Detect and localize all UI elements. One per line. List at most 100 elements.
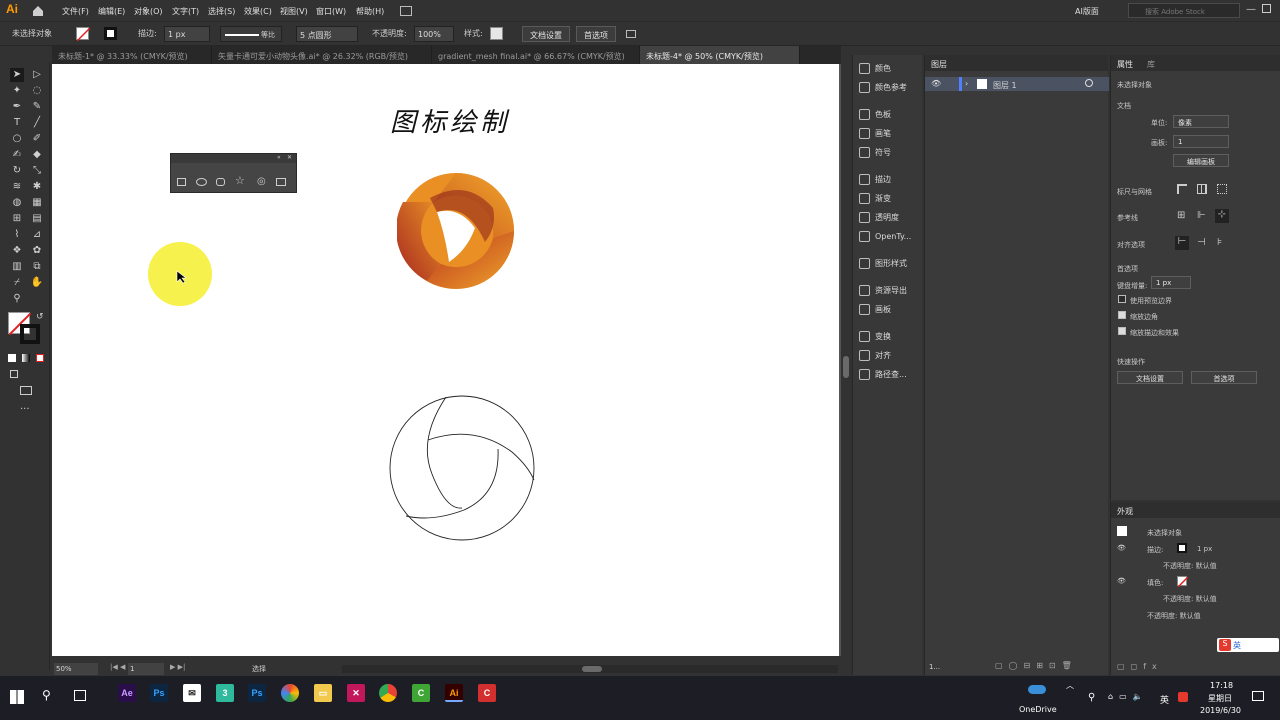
fill-opacity-row[interactable]: 不透明度: 默认值	[1163, 594, 1217, 604]
clock-date[interactable]: 2019/6/30	[1200, 706, 1241, 715]
menu-object[interactable]: 对象(O)	[134, 6, 163, 17]
home-icon[interactable]	[32, 5, 44, 17]
dock-align[interactable]: 对齐	[859, 350, 891, 366]
gradient-mode-icon[interactable]	[22, 354, 30, 362]
dock-gradient[interactable]: 渐变	[859, 193, 891, 209]
opacity-field[interactable]: 100%	[414, 26, 454, 42]
clock-time[interactable]: 17:18	[1210, 681, 1233, 690]
scale-strokes-checkbox[interactable]	[1118, 327, 1126, 335]
dock-graphic-styles[interactable]: 图形样式	[859, 258, 907, 274]
warp-tool-icon[interactable]: ≋	[10, 180, 24, 194]
preview-bounds-checkbox[interactable]	[1118, 295, 1126, 303]
after-effects-icon[interactable]: Ae	[118, 684, 136, 702]
rounded-rect-shape-icon[interactable]	[276, 178, 286, 186]
paintbrush-icon[interactable]: ✐	[30, 132, 44, 146]
tab-libraries[interactable]: 库	[1147, 59, 1155, 70]
more-tools-icon[interactable]: ···	[20, 404, 30, 415]
tray-icons[interactable]: ⌂▭🔈	[1108, 692, 1149, 701]
search-icon[interactable]: ⚲	[42, 688, 51, 702]
stroke-weight-field[interactable]: 1 px	[164, 26, 210, 42]
align-to-selection-icon[interactable]: ⊢	[1175, 236, 1189, 250]
appearance-fill-swatch[interactable]	[1177, 576, 1189, 588]
quick-preferences-button[interactable]: 首选项	[1191, 371, 1257, 384]
smart-guides-icon[interactable]: ⊹	[1215, 209, 1229, 223]
none-mode-icon[interactable]	[36, 354, 44, 362]
photoshop-icon[interactable]: Ps	[150, 684, 168, 702]
grid-icon[interactable]	[1197, 184, 1207, 194]
rectangle-shape-icon[interactable]	[177, 178, 186, 186]
column-graph-icon[interactable]: ▥	[10, 260, 24, 274]
dock-pathfinder[interactable]: 路径查...	[859, 369, 907, 385]
zoom-tool-icon[interactable]: ⚲	[10, 292, 24, 306]
outline-ring-sketch[interactable]	[388, 394, 536, 542]
appearance-stroke-value[interactable]: 1 px	[1197, 545, 1212, 553]
appearance-stroke-label[interactable]: 描边:	[1147, 545, 1163, 555]
shape-builder-icon[interactable]: ◍	[10, 196, 24, 210]
menu-effect[interactable]: 效果(C)	[244, 6, 272, 17]
menu-select[interactable]: 选择(S)	[208, 6, 235, 17]
app-3-icon[interactable]: 3	[216, 684, 234, 702]
brush-select[interactable]: 5 点圆形	[296, 26, 358, 42]
tab-properties[interactable]: 属性	[1117, 59, 1133, 70]
stroke-color-swatch[interactable]	[20, 324, 40, 344]
dock-swatches[interactable]: 色板	[859, 109, 891, 125]
star-shape-icon[interactable]: ☆	[235, 174, 245, 187]
eraser-icon[interactable]: ◆	[30, 148, 44, 162]
dock-symbols[interactable]: 符号	[859, 147, 891, 163]
input-language[interactable]: 英	[1160, 693, 1169, 706]
layer-name[interactable]: 图层 1	[993, 80, 1017, 91]
draw-mode-icon[interactable]	[10, 370, 18, 378]
stroke-profile-select[interactable]: 等比	[220, 26, 282, 42]
artboard-number-field[interactable]: 1	[128, 663, 164, 675]
artboard-tool-icon[interactable]: ⧉	[30, 260, 44, 274]
expand-chevron-icon[interactable]: ›	[965, 79, 968, 88]
puppet-warp-icon[interactable]: ✱	[30, 180, 44, 194]
style-swatch[interactable]	[490, 27, 503, 40]
onedrive-icon[interactable]	[1028, 685, 1046, 694]
minimize-icon[interactable]: —	[1246, 4, 1256, 15]
keyboard-increment-field[interactable]: 1 px	[1151, 276, 1191, 289]
lasso-icon[interactable]: ◌	[30, 84, 44, 98]
vertical-scrollbar[interactable]	[842, 64, 850, 660]
fill-swatch[interactable]	[76, 27, 91, 42]
menu-view[interactable]: 视图(V)	[280, 6, 308, 17]
color-mode-icon[interactable]	[8, 354, 16, 362]
notifications-icon[interactable]	[1252, 691, 1264, 701]
close-icon[interactable]: ✕	[287, 154, 292, 161]
polygon-shape-icon[interactable]	[216, 178, 225, 186]
mesh-tool-icon[interactable]: ⊞	[10, 212, 24, 226]
guides-icon[interactable]: ⊞	[1177, 210, 1185, 221]
ellipse-tool-icon[interactable]: ○	[10, 132, 24, 146]
xmind-icon[interactable]: ✕	[347, 684, 365, 702]
ime-toolbar[interactable]: S 英	[1217, 638, 1279, 652]
appearance-footer-icons[interactable]: ▢◻fx	[1117, 662, 1163, 671]
dock-asset-export[interactable]: 资源导出	[859, 285, 907, 301]
tab-doc-2[interactable]: 矢量卡通可爱小动物头像.ai* @ 26.32% (RGB/预览)	[212, 46, 432, 64]
menu-edit[interactable]: 编辑(E)	[98, 6, 125, 17]
camtasia-icon[interactable]: C	[412, 684, 430, 702]
horizontal-scrollbar[interactable]	[342, 665, 838, 673]
hand-tool-icon[interactable]: ✋	[30, 276, 44, 290]
dock-color-guide[interactable]: 颜色参考	[859, 82, 907, 98]
screen-mode-icon[interactable]	[20, 386, 32, 395]
blend-tool-icon[interactable]: ❖	[10, 244, 24, 258]
gradient-tool-icon[interactable]: ▤	[30, 212, 44, 226]
stroke-opacity-row[interactable]: 不透明度: 默认值	[1163, 561, 1217, 571]
photoshop-2-icon[interactable]: Ps	[248, 684, 266, 702]
appearance-fill-label[interactable]: 填色:	[1147, 578, 1163, 588]
artboard-nav-prev[interactable]: |◀ ◀	[110, 663, 125, 671]
line-tool-icon[interactable]: ╱	[30, 116, 44, 130]
gradient-ring-logo[interactable]	[395, 172, 515, 290]
dock-stroke[interactable]: 描边	[859, 174, 891, 190]
collapse-icon[interactable]: «	[277, 154, 281, 161]
rotate-tool-icon[interactable]: ↻	[10, 164, 24, 178]
sogou-tray-icon[interactable]	[1178, 692, 1188, 702]
align-to-artboard-icon[interactable]: ⊧	[1217, 237, 1222, 248]
network-icon[interactable]: ⚲	[1088, 692, 1095, 703]
edit-artboards-button[interactable]: 编辑画板	[1173, 154, 1229, 167]
artboard[interactable]: 图标绘制 « ✕ ☆ ◎	[52, 64, 839, 656]
tab-doc-4[interactable]: 未标题-4* @ 50% (CMYK/预览)	[640, 46, 800, 64]
shaper-tool-icon[interactable]: ✍	[10, 148, 24, 162]
flare-shape-icon[interactable]: ◎	[257, 176, 266, 187]
pen-tool-icon[interactable]: ✒	[10, 100, 24, 114]
